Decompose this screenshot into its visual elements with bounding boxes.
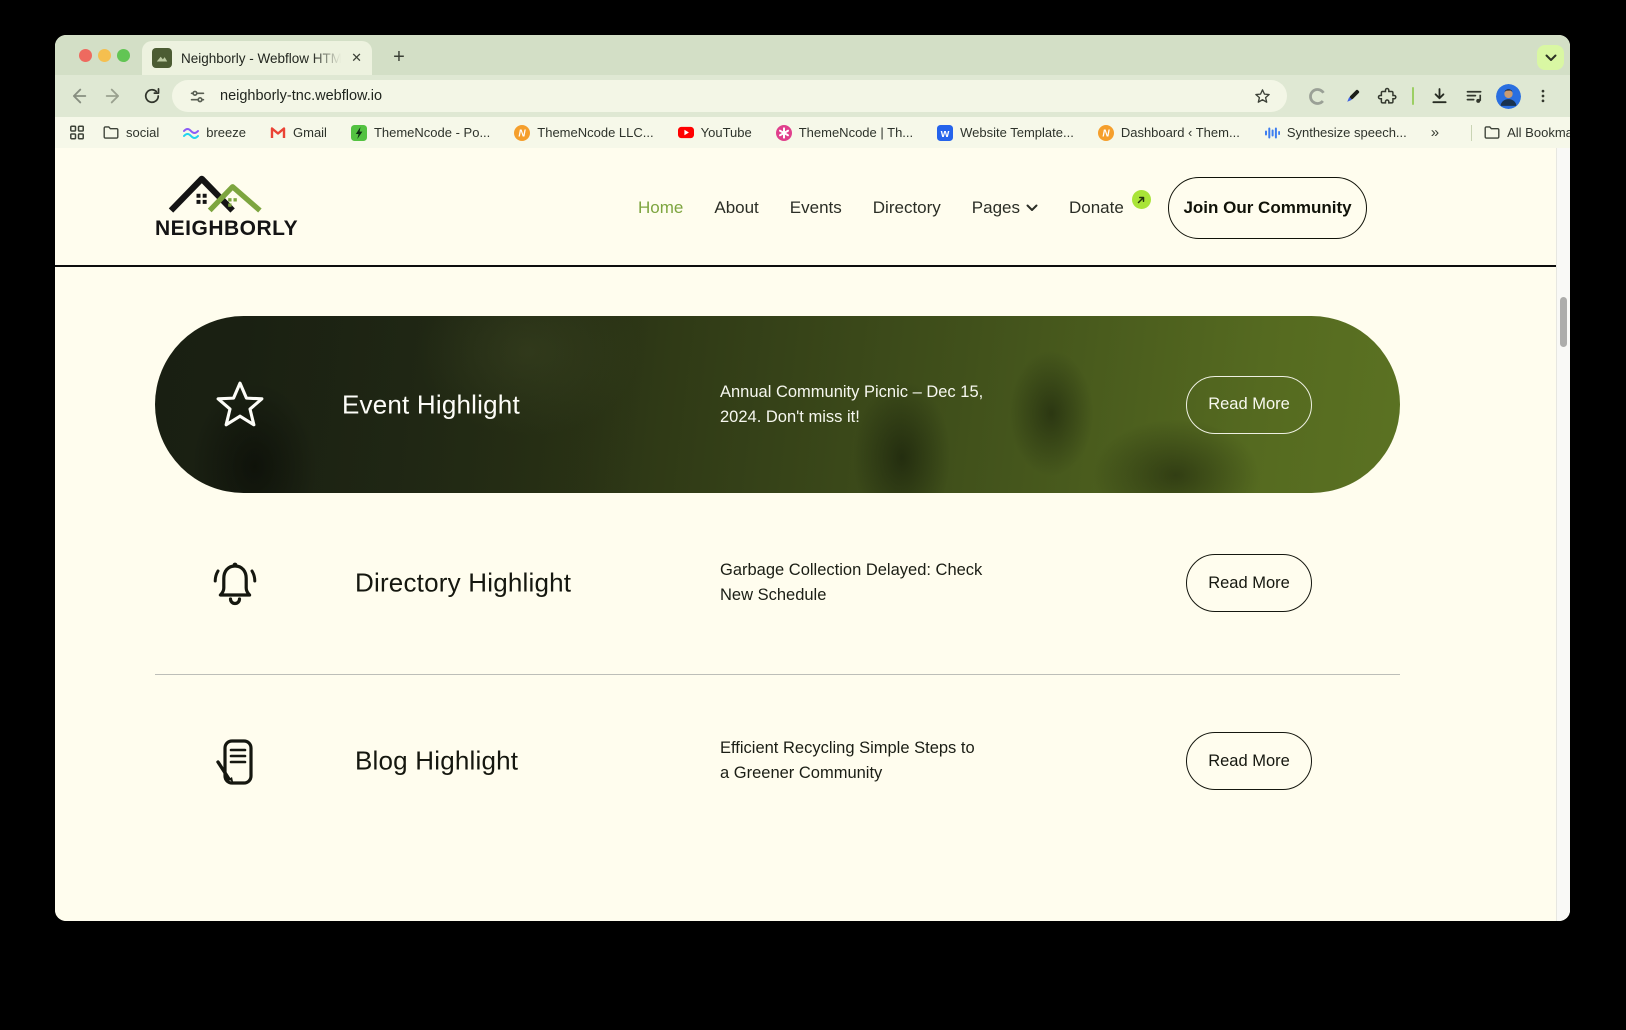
page-scrollbar[interactable] (1556, 148, 1570, 921)
site-favicon-icon (152, 48, 172, 68)
nav-directory[interactable]: Directory (873, 198, 941, 218)
green-bolt-icon (350, 124, 367, 141)
bookmark-gmail[interactable]: Gmail (270, 125, 327, 141)
site-settings-icon[interactable] (184, 83, 210, 109)
window-close-button[interactable] (79, 49, 92, 62)
bookmark-website-template[interactable]: w Website Template... (937, 124, 1074, 141)
svg-text:N: N (1102, 128, 1110, 139)
highlight-title: Directory Highlight (355, 567, 572, 598)
bookmark-themencode-th[interactable]: ThemeNcode | Th... (775, 124, 913, 141)
bookmark-social[interactable]: social (103, 125, 159, 141)
menu-dots-icon[interactable] (1530, 83, 1556, 109)
extension-logo-icon[interactable] (1304, 83, 1330, 109)
site-header: NEIGHBORLY Home About Events Directory P… (55, 148, 1570, 267)
chevron-down-icon (1026, 204, 1038, 211)
reload-icon[interactable] (139, 83, 165, 109)
tab-search-button[interactable] (1537, 45, 1564, 70)
browser-window: Neighborly - Webflow HTML ✕ + neighborly… (55, 35, 1570, 921)
highlight-text: Efficient Recycling Simple Steps to a Gr… (720, 739, 975, 782)
logo-text: NEIGHBORLY (155, 217, 299, 240)
breeze-waves-icon (183, 125, 200, 141)
orange-n-icon: N (514, 124, 531, 141)
nav-events[interactable]: Events (790, 198, 842, 218)
directory-highlight-row: Directory Highlight Garbage Collection D… (155, 525, 1400, 641)
highlight-title: Blog Highlight (355, 745, 519, 776)
bookmarks-overflow-icon[interactable]: » (1431, 124, 1439, 141)
highlight-text: Garbage Collection Delayed: Check New Sc… (720, 561, 983, 604)
tab-strip: Neighborly - Webflow HTML ✕ + (55, 35, 1570, 75)
bookmarks-bar: social breeze Gmail ThemeNcode - Po... N… (55, 117, 1570, 148)
gmail-icon (270, 125, 286, 141)
event-highlight-card: Event Highlight Annual Community Picnic … (155, 316, 1400, 493)
youtube-icon (677, 125, 694, 141)
nav-about[interactable]: About (714, 198, 758, 218)
folder-icon (103, 125, 119, 141)
bookmark-themencode-llc[interactable]: N ThemeNcode LLC... (514, 124, 654, 141)
note-pen-icon (210, 736, 260, 786)
nav-home[interactable]: Home (638, 198, 683, 218)
scrollbar-thumb[interactable] (1560, 297, 1567, 347)
read-more-button[interactable]: Read More (1186, 732, 1312, 790)
join-community-button[interactable]: Join Our Community (1168, 177, 1367, 239)
browser-toolbar: neighborly-tnc.webflow.io (55, 75, 1570, 117)
tab-close-icon[interactable]: ✕ (351, 50, 362, 66)
extensions-puzzle-icon[interactable] (1374, 83, 1400, 109)
all-bookmarks-button[interactable]: All Bookmarks (1484, 125, 1570, 141)
new-tab-button[interactable]: + (385, 43, 413, 71)
highlight-title: Event Highlight (342, 389, 520, 419)
browser-tab[interactable]: Neighborly - Webflow HTML ✕ (142, 41, 372, 75)
svg-text:w: w (940, 128, 950, 140)
window-minimize-button[interactable] (98, 49, 111, 62)
donate-arrow-badge (1131, 190, 1151, 209)
bookmark-breeze[interactable]: breeze (183, 125, 246, 141)
url-bar[interactable]: neighborly-tnc.webflow.io (172, 80, 1287, 112)
apps-grid-icon[interactable] (69, 125, 85, 141)
bookmark-themencode-po[interactable]: ThemeNcode - Po... (350, 124, 490, 141)
waveform-icon (1264, 125, 1280, 141)
read-more-button[interactable]: Read More (1186, 554, 1312, 612)
row-divider (155, 674, 1400, 675)
logo-houses-icon (168, 175, 262, 213)
blog-highlight-row: Blog Highlight Efficient Recycling Simpl… (155, 703, 1400, 819)
bookmark-synthesize-speech[interactable]: Synthesize speech... (1264, 125, 1407, 141)
profile-avatar[interactable] (1496, 83, 1521, 109)
highlight-text: Annual Community Picnic – Dec 15, 2024. … (720, 382, 984, 426)
read-more-button[interactable]: Read More (1186, 375, 1312, 434)
webflow-w-icon: w (937, 124, 954, 141)
bookmarks-separator (1471, 124, 1473, 141)
pink-asterisk-icon (775, 124, 792, 141)
nav-donate[interactable]: Donate (1069, 190, 1151, 218)
nav-pages[interactable]: Pages (972, 198, 1038, 218)
arrow-up-right-icon (1138, 196, 1145, 203)
toolbar-separator (1412, 87, 1414, 105)
forward-icon[interactable] (101, 83, 127, 109)
downloads-icon[interactable] (1426, 83, 1452, 109)
star-icon (215, 380, 265, 430)
bookmark-youtube[interactable]: YouTube (677, 125, 752, 141)
window-zoom-button[interactable] (117, 49, 130, 62)
url-text: neighborly-tnc.webflow.io (220, 88, 383, 104)
site-logo[interactable]: NEIGHBORLY (155, 170, 299, 241)
main-nav: Home About Events Directory Pages Donate (638, 148, 1151, 267)
tab-title: Neighborly - Webflow HTML (181, 50, 341, 66)
folder-icon (1484, 125, 1500, 141)
media-controls-icon[interactable] (1461, 83, 1487, 109)
bookmark-dashboard[interactable]: N Dashboard ‹ Them... (1097, 124, 1240, 141)
orange-n-icon: N (1097, 124, 1114, 141)
svg-text:N: N (519, 128, 527, 139)
bell-icon (210, 558, 260, 608)
bookmark-star-icon[interactable] (1249, 83, 1275, 109)
page-content: NEIGHBORLY Home About Events Directory P… (55, 148, 1570, 921)
back-icon[interactable] (65, 83, 91, 109)
color-picker-pen-icon[interactable] (1339, 83, 1365, 109)
